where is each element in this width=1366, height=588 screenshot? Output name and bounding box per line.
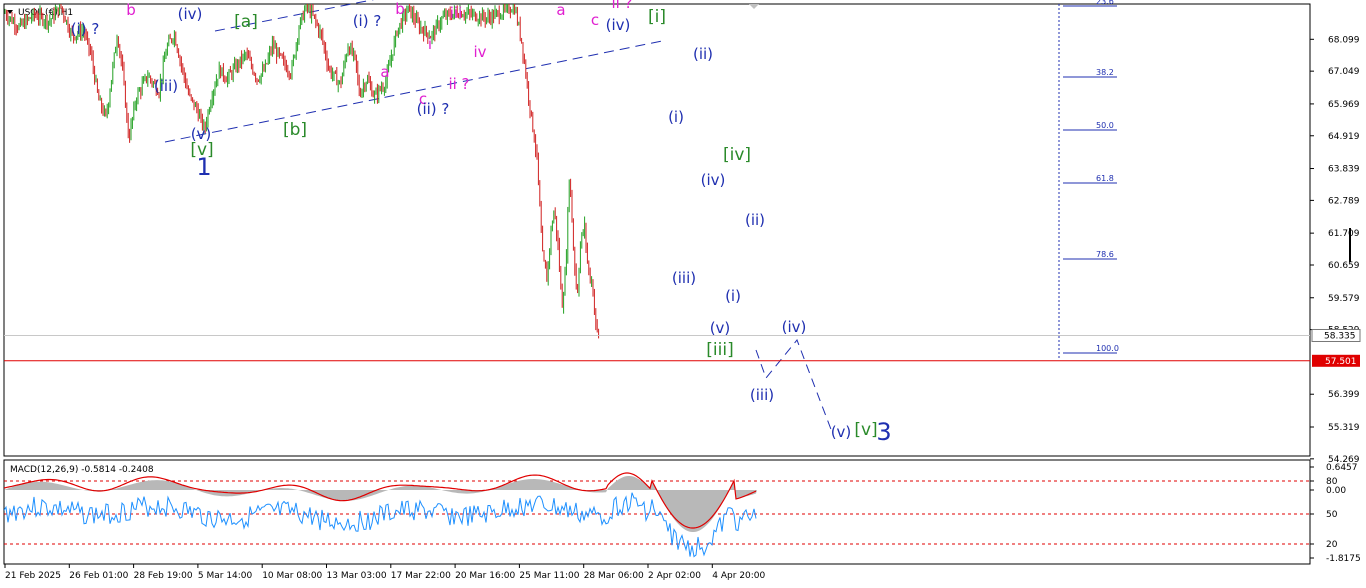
wave-label: (iii) [154, 77, 178, 95]
wave-label: (iv) [701, 171, 726, 189]
macd-tick-label: -1.8175 [1326, 554, 1361, 564]
time-axis: 21 Feb 2025 26 Feb 01:00 28 Feb 19:00 5 Mar… [4, 564, 766, 581]
fib-level-label: 61.8 [1096, 174, 1114, 183]
price-panel[interactable]: USOIL(€),H1 23.638.250.061.878.6100.0 b(… [3, 0, 1311, 457]
time-tick-label: 13 Mar 03:00 [327, 571, 387, 581]
fib-level-label: 100.0 [1096, 344, 1119, 353]
wave-label: (i) ? [353, 12, 382, 30]
macd-axis: 0.6457800.005020-1.8175 [1310, 463, 1361, 564]
time-tick-label: 20 Mar 16:00 [455, 571, 515, 581]
time-tick-label: 10 Mar 08:00 [262, 571, 322, 581]
price-tick-label: 67.049 [1328, 67, 1360, 77]
wave-label: (ii) ? [417, 100, 450, 118]
time-tick-label: 2 Apr 02:00 [648, 571, 701, 581]
wave-label: (iii) [672, 269, 696, 287]
time-tick-label: 5 Mar 14:00 [198, 571, 253, 581]
time-tick-label: 28 Mar 06:00 [584, 571, 644, 581]
wave-label: (i) ? [71, 20, 100, 38]
wave-label: [v] [854, 420, 877, 440]
macd-label: MACD(12,26,9) -0.5814 -0.2408 [10, 465, 154, 475]
fib-level-label: 38.2 [1096, 68, 1114, 77]
wave-label: [iii] [706, 340, 733, 360]
wave-label: (v) [831, 423, 852, 441]
macd-tick-label: 0.6457 [1326, 463, 1358, 473]
current-price-label: 58.335 [1324, 331, 1356, 341]
macd-tick-label: 50 [1326, 510, 1338, 520]
level-price-label: 57.501 [1325, 357, 1357, 367]
wave-label: b [126, 1, 136, 19]
wave-label: (ii) [693, 45, 713, 63]
wave-label: [a] [234, 12, 258, 32]
wave-label: 1 [196, 153, 211, 181]
wave-label: (iv) [606, 16, 631, 34]
macd-tick-label: 0.00 [1326, 486, 1346, 496]
time-tick-label: 17 Mar 22:00 [391, 571, 451, 581]
wave-label: (iv) [178, 5, 203, 23]
wave-label: (iv) [782, 318, 807, 336]
wave-label: 3 [876, 418, 891, 446]
time-tick-label: 26 Feb 01:00 [69, 571, 128, 581]
price-tick-label: 68.099 [1328, 35, 1360, 45]
wave-label: (i) [668, 108, 684, 126]
macd-tick-label: 20 [1326, 540, 1338, 550]
price-tick-label: 56.399 [1328, 390, 1360, 400]
fib-level-label: 78.6 [1096, 250, 1114, 259]
wave-label: (ii) [745, 211, 765, 229]
wave-label: a [380, 63, 389, 81]
time-tick-label: 28 Feb 19:00 [134, 571, 193, 581]
wave-label: ii ? [611, 0, 632, 12]
price-tick-label: 65.969 [1328, 100, 1360, 110]
wave-label: iv [473, 43, 486, 61]
price-tick-label: 61.709 [1328, 229, 1360, 239]
time-tick-label: 21 Feb 2025 [5, 571, 61, 581]
fib-level-label: 23.6 [1096, 0, 1114, 6]
wave-label: [i] [648, 7, 666, 27]
wave-label: iii [450, 4, 463, 22]
price-tick-label: 55.319 [1328, 423, 1360, 433]
price-tick-label: 64.919 [1328, 132, 1360, 142]
price-tick-label: 63.839 [1328, 165, 1360, 175]
wave-label: b [395, 0, 405, 18]
fib-level-label: 50.0 [1096, 121, 1114, 130]
macd-panel[interactable]: MACD(12,26,9) -0.5814 -0.2408 [3, 459, 1311, 565]
price-tick-label: 59.579 [1328, 294, 1360, 304]
price-tick-label: 62.789 [1328, 196, 1360, 206]
wave-label: [iv] [723, 145, 751, 165]
time-tick-label: 4 Apr 20:00 [712, 571, 765, 581]
wave-label: a [556, 1, 565, 19]
wave-label: c [591, 11, 599, 29]
chart-root: USOIL(€),H1 23.638.250.061.878.6100.0 b(… [3, 0, 1361, 581]
wave-label: [b] [283, 120, 307, 140]
price-axis: 68.099 67.049 65.969 64.919 63.839 62.789 61.7… [1310, 35, 1361, 465]
wave-label: i [428, 35, 432, 53]
wave-label: (iii) [750, 386, 774, 404]
wave-label: (v) [710, 319, 731, 337]
price-tick-label: 60.659 [1328, 261, 1360, 271]
wave-label: (i) [725, 287, 741, 305]
time-tick-label: 25 Mar 11:00 [519, 571, 579, 581]
wave-label: ii ? [448, 75, 469, 93]
